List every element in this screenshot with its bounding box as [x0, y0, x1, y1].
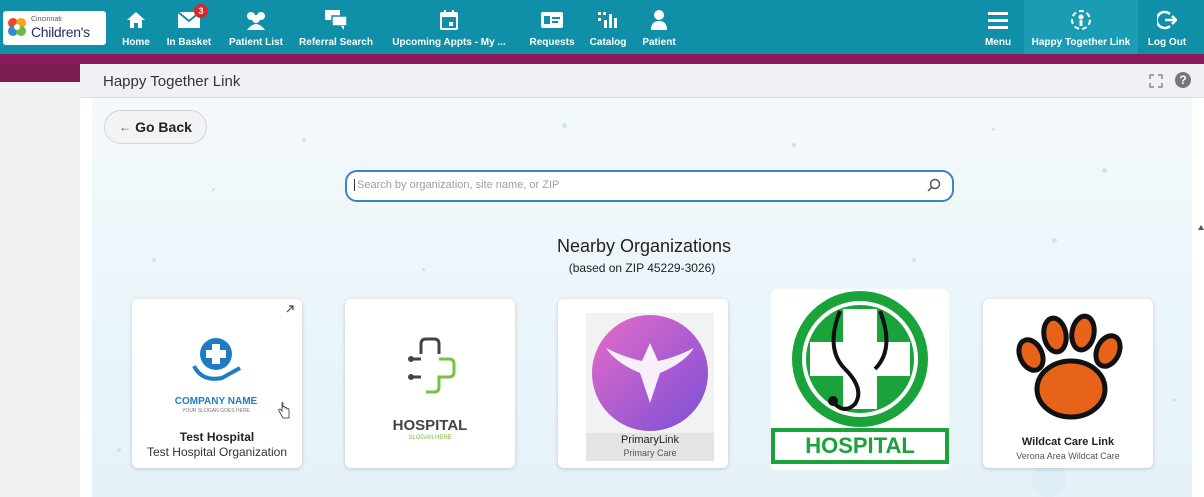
activity-header: Happy Together Link ?: [80, 64, 1204, 98]
decorative-dot: [562, 123, 567, 128]
accent-bar: [0, 54, 1204, 64]
hospital-logo: HOSPITAL SLOGAN HERE: [355, 314, 505, 454]
card-name: PrimaryLink: [620, 434, 680, 446]
nav-happy-together-link-label: Happy Together Link: [1031, 37, 1131, 48]
organization-search-input[interactable]: Search by organization, site name, or ZI…: [345, 170, 954, 202]
sidebar-accent-strip: [0, 64, 80, 82]
nav-patient-list[interactable]: Patient List: [226, 0, 286, 54]
paw-print-icon: [1016, 313, 1123, 420]
nav-referral-search[interactable]: Referral Search: [296, 0, 376, 54]
company-logo-slogan: YOUR SLOGAN GOES HERE: [182, 408, 250, 414]
go-back-label: Go Back: [135, 119, 192, 135]
left-sidebar: [0, 64, 80, 497]
card-name: Wildcat Care Link: [1021, 436, 1115, 448]
decorative-dot: [302, 138, 306, 142]
people-icon: [244, 9, 268, 31]
nav-home[interactable]: Home: [118, 0, 154, 54]
person-icon: [651, 9, 667, 31]
logo-mark-icon: [8, 18, 26, 36]
decorative-dot: [1172, 398, 1176, 402]
card-subtitle: Verona Area Wildcat Care: [1016, 451, 1120, 461]
page-title: Happy Together Link: [103, 73, 241, 90]
card-subtitle: Test Hospital Organization: [146, 445, 288, 459]
help-icon[interactable]: ?: [1175, 72, 1191, 88]
home-icon: [126, 9, 146, 31]
decorative-dot: [1102, 168, 1107, 173]
envelope-icon: 3: [178, 4, 208, 31]
zip-subheading: (based on ZIP 45229-3026): [568, 261, 716, 275]
company-logo-text: COMPANY NAME: [174, 396, 258, 407]
organization-card-primarylink[interactable]: PrimaryLink Primary Care: [558, 299, 728, 468]
nav-patient[interactable]: Patient: [638, 0, 680, 54]
nav-catalog-label: Catalog: [589, 37, 627, 48]
hospital-cross-stethoscope-icon: [792, 291, 928, 427]
organization-card-wildcat-care-link[interactable]: Wildcat Care Link Verona Area Wildcat Ca…: [983, 299, 1153, 468]
logout-icon: [1157, 9, 1177, 31]
nav-upcoming-appts-label: Upcoming Appts - My ...: [392, 37, 506, 48]
hospital-green-logo-text: HOSPITAL: [771, 428, 949, 464]
open-external-icon: [286, 305, 294, 313]
decorative-dot: [212, 188, 215, 191]
hospital-logo-text: HOSPITAL: [392, 417, 468, 434]
hand-cross-icon: [192, 338, 241, 381]
scrollbar[interactable]: [1198, 222, 1204, 497]
nav-menu[interactable]: Menu: [980, 0, 1016, 54]
card-subtitle: Primary Care: [623, 448, 677, 458]
nav-happy-together-link[interactable]: Happy Together Link: [1024, 0, 1138, 54]
main-content: ← Go Back Search by organization, site n…: [92, 98, 1192, 497]
scroll-up-icon[interactable]: [1198, 225, 1204, 230]
top-navigation-bar: Cincinnati Children's Home 3 In Basket P…: [0, 0, 1204, 54]
hand-cursor-icon: [278, 402, 290, 419]
nav-referral-search-label: Referral Search: [299, 37, 373, 48]
company-logo: COMPANY NAME YOUR SLOGAN GOES HERE: [158, 324, 274, 424]
decorative-bubble: [1032, 463, 1066, 497]
chat-icon: [325, 9, 347, 31]
in-basket-badge: 3: [194, 4, 208, 18]
search-placeholder: Search by organization, site name, or ZI…: [354, 179, 559, 191]
nav-requests[interactable]: Requests: [526, 0, 578, 54]
decorative-dot: [992, 128, 995, 131]
expand-icon[interactable]: [1148, 73, 1164, 89]
nav-log-out[interactable]: Log Out: [1144, 0, 1190, 54]
link-person-icon: [1070, 9, 1092, 31]
search-icon[interactable]: [926, 178, 942, 194]
catalog-icon: [597, 9, 619, 31]
nav-in-basket-label: In Basket: [166, 37, 212, 48]
calendar-icon: [440, 9, 458, 31]
organization-card-test-hospital[interactable]: COMPANY NAME YOUR SLOGAN GOES HERE Test …: [132, 299, 302, 468]
nav-requests-label: Requests: [529, 37, 575, 48]
menu-icon: [988, 9, 1008, 31]
medical-cross-icon: [408, 337, 456, 394]
nav-menu-label: Menu: [984, 37, 1012, 48]
back-arrow-icon: ←: [119, 120, 132, 134]
nearby-organizations-heading: Nearby Organizations: [556, 236, 732, 256]
nav-log-out-label: Log Out: [1147, 37, 1187, 48]
card-name: Test Hospital: [179, 430, 255, 444]
cincinnati-childrens-logo[interactable]: Cincinnati Children's: [3, 11, 106, 45]
nav-catalog[interactable]: Catalog: [587, 0, 629, 54]
go-back-button[interactable]: ← Go Back: [104, 110, 207, 144]
decorative-dot: [117, 448, 121, 452]
decorative-dot: [792, 143, 796, 147]
nav-upcoming-appts[interactable]: Upcoming Appts - My ...: [385, 0, 513, 54]
hospital-logo-slogan: SLOGAN HERE: [408, 435, 452, 441]
nav-home-label: Home: [122, 37, 150, 48]
id-card-icon: [541, 9, 563, 31]
logo-line-1: Cincinnati: [31, 16, 62, 23]
nav-patient-list-label: Patient List: [229, 37, 283, 48]
bird-wings-icon: [592, 315, 708, 431]
logo-line-2: Children's: [31, 24, 90, 40]
organization-card-green-hospital[interactable]: HOSPITAL: [771, 289, 949, 470]
organization-card-hospital[interactable]: HOSPITAL SLOGAN HERE: [345, 299, 515, 468]
nav-patient-label: Patient: [642, 37, 676, 48]
nav-in-basket[interactable]: 3 In Basket: [165, 0, 213, 54]
